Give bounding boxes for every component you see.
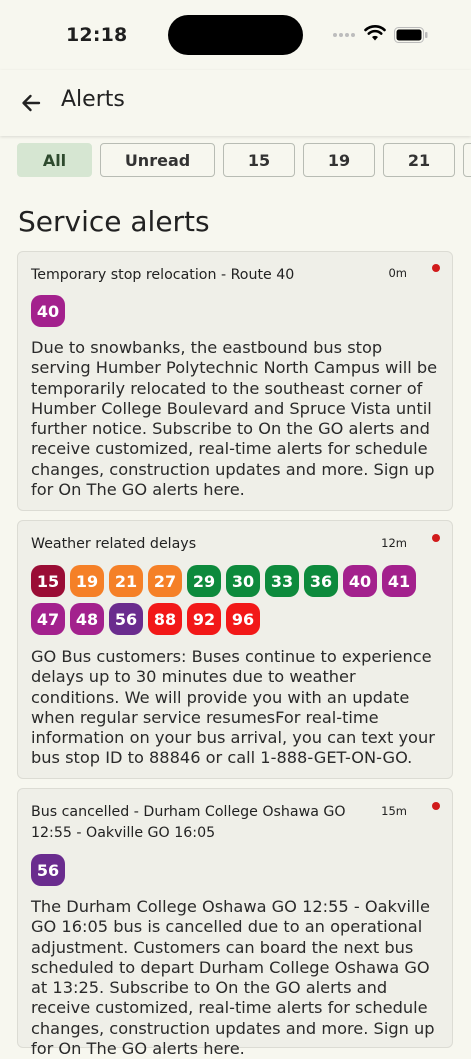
route-badge: 19 (70, 565, 104, 597)
route-badge: 30 (226, 565, 260, 597)
filter-chip-all[interactable]: All (17, 143, 92, 177)
route-badge: 21 (109, 565, 143, 597)
wifi-icon (364, 25, 386, 41)
route-badge: 88 (148, 603, 182, 635)
cellular-signal-icon (333, 33, 357, 39)
route-badge: 92 (187, 603, 221, 635)
status-bar: 12:18 (0, 0, 471, 70)
filter-chip-route[interactable]: 15 (223, 143, 295, 177)
alert-time: 0m (388, 266, 407, 280)
route-badge: 40 (343, 565, 377, 597)
route-badge: 15 (31, 565, 65, 597)
route-badge: 29 (187, 565, 221, 597)
route-badge: 40 (31, 295, 65, 327)
alert-card[interactable]: Temporary stop relocation - Route 40 0m … (17, 251, 453, 511)
page-title: Alerts (61, 87, 125, 112)
route-badge: 47 (31, 603, 65, 635)
filter-chip-route[interactable]: 21 (383, 143, 455, 177)
dynamic-island (168, 15, 303, 55)
route-badge: 56 (31, 854, 65, 886)
unread-dot (432, 802, 440, 810)
filter-chips: All Unread 15 19 21 (17, 143, 471, 179)
route-badge: 33 (265, 565, 299, 597)
back-arrow-icon[interactable] (18, 90, 44, 116)
alert-time: 12m (381, 536, 407, 550)
alert-time: 15m (381, 804, 407, 818)
route-badge: 96 (226, 603, 260, 635)
section-title: Service alerts (18, 205, 210, 238)
app-bar: Alerts (0, 70, 471, 136)
route-badge: 56 (109, 603, 143, 635)
route-badge: 27 (148, 565, 182, 597)
filter-chip-unread[interactable]: Unread (100, 143, 215, 177)
battery-icon (394, 27, 428, 43)
route-badge: 41 (382, 565, 416, 597)
alert-body: Due to snowbanks, the eastbound bus stop… (31, 338, 438, 500)
route-badge: 36 (304, 565, 338, 597)
alert-title: Temporary stop relocation - Route 40 (31, 267, 295, 283)
unread-dot (432, 534, 440, 542)
alert-body: GO Bus customers: Buses continue to expe… (31, 647, 435, 768)
alert-title: Bus cancelled - Durham College Oshawa GO… (31, 804, 346, 841)
alert-card[interactable]: Weather related delays 12m 15 19 21 27 2… (17, 520, 453, 779)
alert-card[interactable]: Bus cancelled - Durham College Oshawa GO… (17, 788, 453, 1058)
filter-chip-overflow[interactable] (463, 143, 471, 177)
route-badge: 48 (70, 603, 104, 635)
filter-chip-route[interactable]: 19 (303, 143, 375, 177)
alert-title: Weather related delays (31, 536, 197, 552)
alert-body: The Durham College Oshawa GO 12:55 - Oak… (31, 897, 435, 1059)
unread-dot (432, 264, 440, 272)
status-time: 12:18 (66, 24, 128, 46)
